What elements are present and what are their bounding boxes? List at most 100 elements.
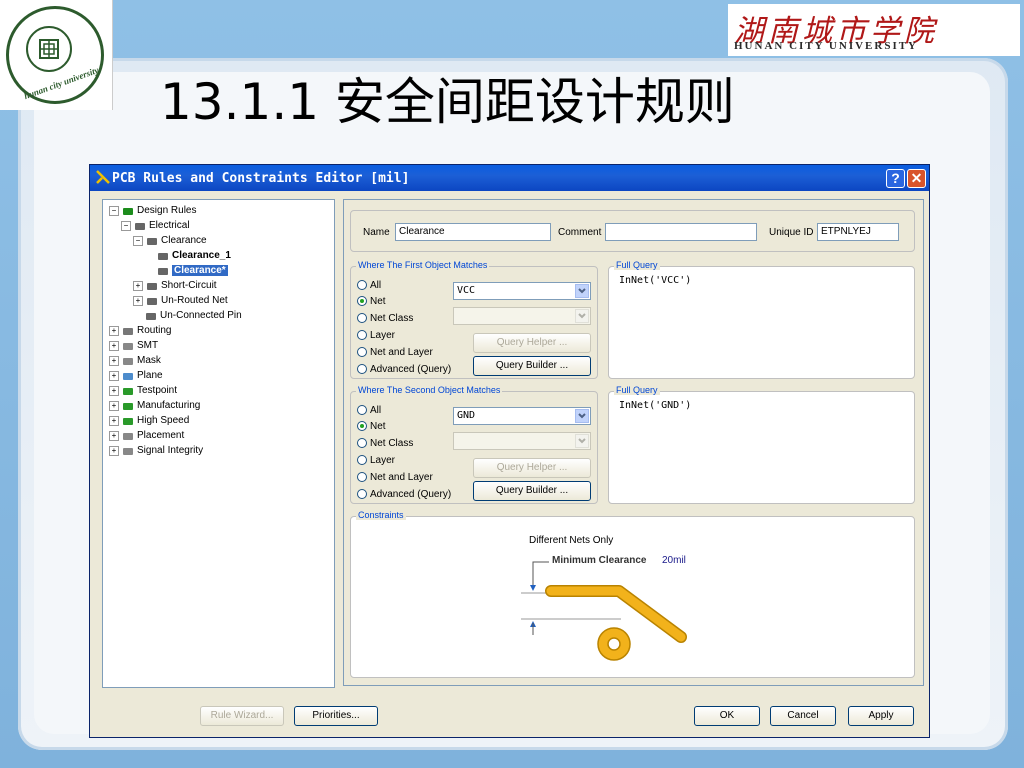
second-netclass-dropdown[interactable] bbox=[453, 432, 591, 450]
electrical-icon bbox=[134, 221, 146, 232]
tree-item[interactable]: + Testpoint bbox=[109, 384, 177, 398]
first-option-layer[interactable]: Layer bbox=[357, 329, 395, 343]
expand-icon[interactable]: + bbox=[109, 446, 119, 456]
radio-button[interactable] bbox=[357, 313, 367, 324]
unique-id-input[interactable]: ETPNLYEJ bbox=[817, 223, 899, 241]
first-query-builder-button[interactable]: Query Builder ... bbox=[473, 356, 591, 376]
tree-item[interactable]: + Placement bbox=[109, 429, 184, 443]
first-object-group: Where The First Object Matches All Net Net… bbox=[350, 260, 598, 379]
radio-button[interactable] bbox=[357, 455, 367, 466]
expand-icon[interactable]: + bbox=[109, 386, 119, 396]
radio-button[interactable] bbox=[357, 280, 367, 291]
second-option-advanced-query[interactable]: Advanced (Query) bbox=[357, 488, 451, 502]
placement-icon bbox=[122, 431, 134, 442]
cancel-button[interactable]: Cancel bbox=[770, 706, 836, 726]
dialog-titlebar[interactable]: PCB Rules and Constraints Editor [mil] ?… bbox=[90, 165, 929, 191]
tree-item[interactable]: Un-Connected Pin bbox=[133, 309, 242, 323]
collapse-icon[interactable]: − bbox=[109, 206, 119, 216]
radio-button[interactable] bbox=[357, 296, 367, 307]
radio-button[interactable] bbox=[357, 330, 367, 341]
first-option-advanced-query[interactable]: Advanced (Query) bbox=[357, 363, 451, 377]
rule-wizard-button[interactable]: Rule Wizard... bbox=[200, 706, 284, 726]
expand-icon[interactable]: + bbox=[133, 296, 143, 306]
tree-item[interactable]: + High Speed bbox=[109, 414, 189, 428]
tree-item[interactable]: Clearance_1 bbox=[145, 249, 231, 263]
second-object-group: Where The Second Object Matches All Net Ne… bbox=[350, 385, 598, 504]
expand-icon[interactable]: + bbox=[109, 416, 119, 426]
first-full-query[interactable]: Full Query InNet('VCC') bbox=[608, 260, 915, 379]
first-netclass-dropdown[interactable] bbox=[453, 307, 591, 325]
tree-item[interactable]: − Electrical bbox=[121, 219, 190, 233]
tree-item[interactable]: − Clearance bbox=[133, 234, 207, 248]
routing-icon bbox=[122, 326, 134, 337]
radio-button[interactable] bbox=[357, 347, 367, 358]
tree-item[interactable]: + Signal Integrity bbox=[109, 444, 203, 458]
collapse-icon[interactable]: − bbox=[121, 221, 131, 231]
radio-button[interactable] bbox=[357, 421, 367, 432]
name-input[interactable]: Clearance bbox=[395, 223, 551, 241]
tree-item[interactable]: + SMT bbox=[109, 339, 158, 353]
tree-item-label: Clearance* bbox=[172, 265, 228, 276]
tree-item[interactable]: + Mask bbox=[109, 354, 161, 368]
tree-item-label: Electrical bbox=[149, 220, 190, 231]
tree-item[interactable]: + Routing bbox=[109, 324, 171, 338]
university-banner: 湖南城市学院 HUNAN CITY UNIVERSITY bbox=[728, 4, 1020, 56]
collapse-icon[interactable]: − bbox=[133, 236, 143, 246]
apply-button[interactable]: Apply bbox=[848, 706, 914, 726]
first-option-net[interactable]: Net bbox=[357, 295, 386, 309]
second-query-builder-button[interactable]: Query Builder ... bbox=[473, 481, 591, 501]
help-button[interactable]: ? bbox=[886, 169, 905, 188]
radio-label: Advanced (Query) bbox=[370, 364, 452, 375]
second-option-all[interactable]: All bbox=[357, 404, 381, 418]
chevron-down-icon bbox=[575, 284, 589, 298]
expand-icon[interactable]: + bbox=[109, 401, 119, 411]
rules-tree[interactable]: − Design Rules − Electrical − Clearance Cleara… bbox=[102, 199, 335, 688]
second-option-layer[interactable]: Layer bbox=[357, 454, 395, 468]
expand-icon[interactable]: + bbox=[109, 341, 119, 351]
tree-item[interactable]: Clearance* bbox=[145, 264, 228, 278]
first-full-query-text: InNet('VCC') bbox=[619, 275, 692, 286]
manufacturing-icon bbox=[122, 401, 134, 412]
tree-item[interactable]: + Un-Routed Net bbox=[133, 294, 228, 308]
priorities-button[interactable]: Priorities... bbox=[294, 706, 378, 726]
clearance-diagram-icon bbox=[521, 561, 687, 661]
first-option-net-and-layer[interactable]: Net and Layer bbox=[357, 346, 433, 360]
tree-item-label: Routing bbox=[137, 325, 172, 336]
second-net-dropdown[interactable]: GND bbox=[453, 407, 591, 425]
expand-icon[interactable]: + bbox=[109, 326, 119, 336]
tree-item[interactable]: + Short-Circuit bbox=[133, 279, 217, 293]
rule-icon bbox=[157, 251, 169, 262]
chevron-down-icon bbox=[575, 409, 589, 423]
radio-button[interactable] bbox=[357, 438, 367, 449]
radio-label: Layer bbox=[370, 455, 396, 466]
expand-icon[interactable]: + bbox=[109, 356, 119, 366]
close-button[interactable]: ✕ bbox=[907, 169, 926, 188]
second-full-query[interactable]: Full Query InNet('GND') bbox=[608, 385, 915, 504]
tree-item-label: Clearance_1 bbox=[172, 250, 231, 261]
second-query-helper-button[interactable]: Query Helper ... bbox=[473, 458, 591, 478]
radio-button[interactable] bbox=[357, 405, 367, 416]
comment-input[interactable] bbox=[605, 223, 757, 241]
tree-item[interactable]: − Design Rules bbox=[109, 204, 196, 218]
tree-item[interactable]: + Manufacturing bbox=[109, 399, 200, 413]
short-circuit-icon bbox=[146, 281, 158, 292]
first-option-all[interactable]: All bbox=[357, 279, 381, 293]
second-option-net-class[interactable]: Net Class bbox=[357, 437, 413, 451]
radio-button[interactable] bbox=[357, 472, 367, 483]
tree-item[interactable]: + Plane bbox=[109, 369, 163, 383]
chevron-down-icon bbox=[575, 434, 589, 448]
tree-item-label: Un-Routed Net bbox=[161, 295, 228, 306]
radio-button[interactable] bbox=[357, 364, 367, 375]
expand-icon[interactable]: + bbox=[109, 371, 119, 381]
first-net-dropdown[interactable]: VCC bbox=[453, 282, 591, 300]
ok-button[interactable]: OK bbox=[694, 706, 760, 726]
chevron-down-icon bbox=[575, 309, 589, 323]
expand-icon[interactable]: + bbox=[133, 281, 143, 291]
first-option-net-class[interactable]: Net Class bbox=[357, 312, 413, 326]
radio-label: Net and Layer bbox=[370, 347, 433, 358]
expand-icon[interactable]: + bbox=[109, 431, 119, 441]
radio-button[interactable] bbox=[357, 489, 367, 500]
second-option-net-and-layer[interactable]: Net and Layer bbox=[357, 471, 433, 485]
first-query-helper-button[interactable]: Query Helper ... bbox=[473, 333, 591, 353]
second-option-net[interactable]: Net bbox=[357, 420, 386, 434]
